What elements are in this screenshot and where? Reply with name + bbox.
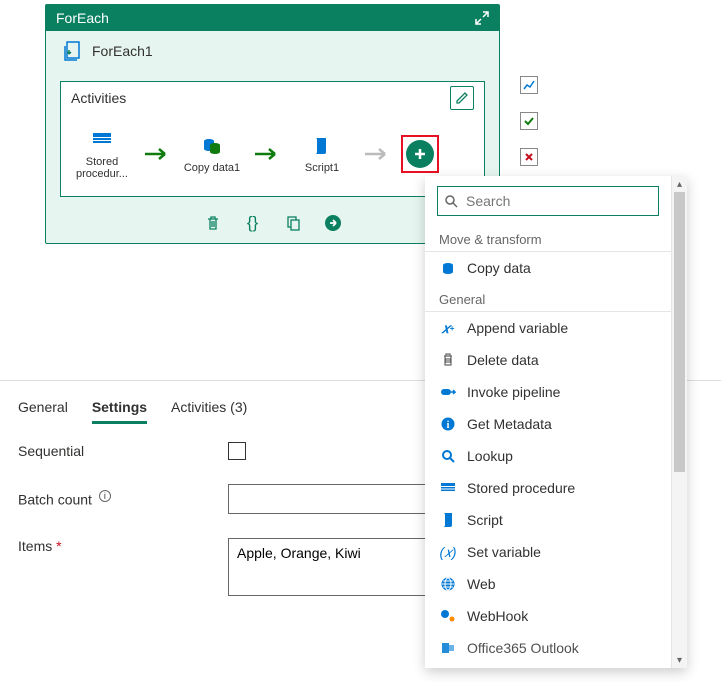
append-variable-icon: 𝑥+ (439, 319, 457, 337)
status-error-icon[interactable] (520, 148, 538, 166)
section-move-transform: Move & transform (425, 228, 671, 252)
card-header: ForEach (46, 5, 499, 31)
tab-general[interactable]: General (18, 393, 68, 424)
card-header-title: ForEach (56, 10, 109, 26)
svg-text:i: i (447, 420, 450, 431)
copy-data-icon (439, 259, 457, 277)
activity-picker-popup: Move & transform Copy data General 𝑥+ Ap… (425, 176, 687, 668)
edit-activities-button[interactable] (450, 86, 474, 110)
items-label: Items * (18, 538, 228, 554)
activity-script[interactable]: Script1 (291, 134, 353, 174)
activity-flow: Stored procedur... Copy data1 (71, 128, 474, 186)
activities-label: Activities (71, 90, 126, 106)
set-variable-icon: (𝑥) (439, 543, 457, 561)
required-asterisk: * (56, 538, 61, 554)
menu-label: Lookup (467, 448, 513, 464)
tab-activities[interactable]: Activities (3) (171, 393, 247, 424)
activity-stored-procedure[interactable]: Stored procedur... (71, 128, 133, 180)
add-activity-button[interactable] (406, 140, 434, 168)
menu-label: Script (467, 512, 503, 528)
menu-delete-data[interactable]: Delete data (425, 344, 671, 376)
search-icon (439, 447, 457, 465)
menu-copy-data[interactable]: Copy data (425, 252, 671, 284)
menu-label: Stored procedure (467, 480, 575, 496)
delete-icon (439, 351, 457, 369)
side-status-icons (520, 76, 538, 166)
activity-label: Copy data1 (184, 162, 240, 174)
collapse-icon[interactable] (475, 11, 489, 25)
stored-procedure-icon (439, 479, 457, 497)
status-chart-icon[interactable] (520, 76, 538, 94)
success-arrow-icon (143, 147, 171, 161)
menu-label: Append variable (467, 320, 568, 336)
add-activity-highlight (401, 135, 439, 173)
activity-picker-list: Move & transform Copy data General 𝑥+ Ap… (425, 176, 671, 668)
foreach-icon (60, 39, 84, 63)
menu-get-metadata[interactable]: i Get Metadata (425, 408, 671, 440)
menu-invoke-pipeline[interactable]: Invoke pipeline (425, 376, 671, 408)
menu-label: Web (467, 576, 496, 592)
menu-set-variable[interactable]: (𝑥) Set variable (425, 536, 671, 568)
run-icon[interactable] (323, 213, 343, 233)
scroll-up-icon[interactable]: ▴ (672, 176, 687, 192)
braces-icon[interactable]: {} (243, 213, 263, 233)
next-arrow-icon (363, 147, 391, 161)
tab-settings[interactable]: Settings (92, 393, 147, 424)
info-circle-icon: i (439, 415, 457, 433)
script-icon (439, 511, 457, 529)
success-arrow-icon (253, 147, 281, 161)
menu-label: Delete data (467, 352, 539, 368)
menu-label: Copy data (467, 260, 531, 276)
menu-stored-procedure[interactable]: Stored procedure (425, 472, 671, 504)
globe-icon (439, 575, 457, 593)
webhook-icon (439, 607, 457, 625)
menu-web[interactable]: Web (425, 568, 671, 600)
menu-office365-outlook[interactable]: Office365 Outlook (425, 632, 671, 664)
menu-label: Invoke pipeline (467, 384, 560, 400)
activity-label: Script1 (305, 162, 339, 174)
card-name-row: ForEach1 (46, 31, 499, 71)
copy-data-icon (200, 134, 224, 158)
scroll-down-icon[interactable]: ▾ (672, 652, 687, 668)
menu-script[interactable]: Script (425, 504, 671, 536)
menu-label: Office365 Outlook (467, 640, 579, 656)
sequential-checkbox[interactable] (228, 442, 246, 460)
scroll-thumb[interactable] (674, 192, 685, 472)
menu-append-variable[interactable]: 𝑥+ Append variable (425, 312, 671, 344)
stored-procedure-icon (90, 128, 114, 152)
menu-label: WebHook (467, 608, 528, 624)
status-check-icon[interactable] (520, 112, 538, 130)
pipeline-icon (439, 383, 457, 401)
batch-count-label: Batch count i (18, 490, 228, 508)
card-name: ForEach1 (92, 43, 153, 59)
menu-lookup[interactable]: Lookup (425, 440, 671, 472)
sequential-label: Sequential (18, 443, 228, 459)
search-icon (444, 194, 458, 208)
menu-label: Set variable (467, 544, 541, 560)
script-icon (310, 134, 334, 158)
activity-label: Stored procedur... (71, 156, 133, 180)
outlook-icon (439, 639, 457, 657)
search-input[interactable] (437, 186, 659, 216)
copy-icon[interactable] (283, 213, 303, 233)
menu-webhook[interactable]: WebHook (425, 600, 671, 632)
info-icon[interactable]: i (99, 490, 111, 502)
delete-icon[interactable] (203, 213, 223, 233)
activity-copy-data[interactable]: Copy data1 (181, 134, 243, 174)
popup-scrollbar[interactable]: ▴ ▾ (671, 176, 687, 668)
activities-container: Activities Stored procedur... (60, 81, 485, 197)
menu-label: Get Metadata (467, 416, 552, 432)
section-general: General (425, 288, 671, 312)
